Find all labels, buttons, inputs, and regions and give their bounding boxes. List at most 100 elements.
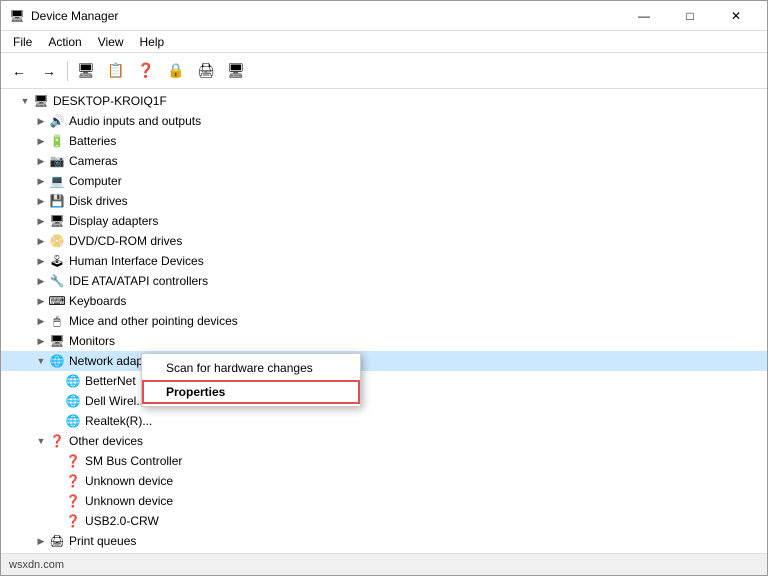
device-tree[interactable]: ▼ 🖥 DESKTOP-KROIQ1F ▶ 🔊 Audio inputs and… xyxy=(1,89,767,553)
tree-item-unknown1[interactable]: ▶ ❓ Unknown device xyxy=(1,471,767,491)
keyboards-toggle[interactable]: ▶ xyxy=(33,293,49,309)
dvd-toggle[interactable]: ▶ xyxy=(33,233,49,249)
tree-item-smbus[interactable]: ▶ ❓ SM Bus Controller xyxy=(1,451,767,471)
tree-item-mice[interactable]: ▶ 🖱 Mice and other pointing devices xyxy=(1,311,767,331)
audio-label: Audio inputs and outputs xyxy=(69,114,201,128)
tree-item-keyboards[interactable]: ▶ ⌨ Keyboards xyxy=(1,291,767,311)
root-label: DESKTOP-KROIQ1F xyxy=(53,94,167,108)
tree-item-unknown2[interactable]: ▶ ❓ Unknown device xyxy=(1,491,767,511)
toolbar-monitor[interactable]: 🖥 xyxy=(222,57,250,85)
tree-item-cameras[interactable]: ▶ 📷 Cameras xyxy=(1,151,767,171)
menu-help[interactable]: Help xyxy=(132,33,173,51)
maximize-button[interactable]: □ xyxy=(667,1,713,31)
close-button[interactable]: ✕ xyxy=(713,1,759,31)
tree-item-monitors[interactable]: ▶ 🖥 Monitors xyxy=(1,331,767,351)
monitors-toggle[interactable]: ▶ xyxy=(33,333,49,349)
monitors-label: Monitors xyxy=(69,334,115,348)
cameras-toggle[interactable]: ▶ xyxy=(33,153,49,169)
title-bar: 🖥 Device Manager — □ ✕ xyxy=(1,1,767,31)
toolbar-computer[interactable]: 🖥 xyxy=(72,57,100,85)
realtek-icon: 🌐 xyxy=(65,413,81,429)
batteries-toggle[interactable]: ▶ xyxy=(33,133,49,149)
menu-view[interactable]: View xyxy=(90,33,132,51)
toolbar-back[interactable]: ← xyxy=(5,57,33,85)
menu-action[interactable]: Action xyxy=(40,33,89,51)
mice-toggle[interactable]: ▶ xyxy=(33,313,49,329)
tree-item-print[interactable]: ▶ 🖨 Print queues xyxy=(1,531,767,551)
tree-item-audio[interactable]: ▶ 🔊 Audio inputs and outputs xyxy=(1,111,767,131)
dell-icon: 🌐 xyxy=(65,393,81,409)
window-icon: 🖥 xyxy=(9,8,25,24)
tree-item-batteries[interactable]: ▶ 🔋 Batteries xyxy=(1,131,767,151)
batteries-label: Batteries xyxy=(69,134,116,148)
ide-icon: 🔧 xyxy=(49,273,65,289)
menu-file[interactable]: File xyxy=(5,33,40,51)
tree-item-ide[interactable]: ▶ 🔧 IDE ATA/ATAPI controllers xyxy=(1,271,767,291)
tree-item-dell[interactable]: ▶ 🌐 Dell Wirel... xyxy=(1,391,767,411)
keyboards-icon: ⌨ xyxy=(49,293,65,309)
tree-item-network[interactable]: ▼ 🌐 Network adapters xyxy=(1,351,767,371)
audio-toggle[interactable]: ▶ xyxy=(33,113,49,129)
hid-icon: 🕹 xyxy=(49,253,65,269)
tree-item-processors[interactable]: ▶ ⚙ Processors xyxy=(1,551,767,553)
toolbar-forward[interactable]: → xyxy=(35,57,63,85)
tree-item-other[interactable]: ▼ ❓ Other devices xyxy=(1,431,767,451)
toolbar-list[interactable]: 📋 xyxy=(102,57,130,85)
status-text: wsxdn.com xyxy=(9,559,64,571)
root-icon: 🖥 xyxy=(33,93,49,109)
usb-icon: ❓ xyxy=(65,513,81,529)
toolbar-help[interactable]: ❓ xyxy=(132,57,160,85)
window-title: Device Manager xyxy=(31,9,621,23)
smbus-icon: ❓ xyxy=(65,453,81,469)
ide-toggle[interactable]: ▶ xyxy=(33,273,49,289)
betternet-icon: 🌐 xyxy=(65,373,81,389)
unknown2-icon: ❓ xyxy=(65,493,81,509)
other-label: Other devices xyxy=(69,434,143,448)
disk-toggle[interactable]: ▶ xyxy=(33,193,49,209)
computer-toggle[interactable]: ▶ xyxy=(33,173,49,189)
ctx-properties[interactable]: Properties xyxy=(142,380,360,404)
toolbar-lock[interactable]: 🔒 xyxy=(162,57,190,85)
realtek-label: Realtek(R)... xyxy=(85,414,152,428)
device-manager-window: 🖥 Device Manager — □ ✕ File Action View … xyxy=(0,0,768,576)
network-toggle[interactable]: ▼ xyxy=(33,353,49,369)
unknown1-label: Unknown device xyxy=(85,474,173,488)
main-area: ▼ 🖥 DESKTOP-KROIQ1F ▶ 🔊 Audio inputs and… xyxy=(1,89,767,553)
display-icon: 🖥 xyxy=(49,213,65,229)
usb-label: USB2.0-CRW xyxy=(85,514,159,528)
batteries-icon: 🔋 xyxy=(49,133,65,149)
print-toggle[interactable]: ▶ xyxy=(33,533,49,549)
tree-item-betternet[interactable]: ▶ 🌐 BetterNet xyxy=(1,371,767,391)
tree-item-hid[interactable]: ▶ 🕹 Human Interface Devices xyxy=(1,251,767,271)
dvd-icon: 📀 xyxy=(49,233,65,249)
unknown2-label: Unknown device xyxy=(85,494,173,508)
ctx-scan[interactable]: Scan for hardware changes xyxy=(142,356,360,380)
root-toggle[interactable]: ▼ xyxy=(17,93,33,109)
computer-label: Computer xyxy=(69,174,122,188)
dvd-label: DVD/CD-ROM drives xyxy=(69,234,182,248)
context-menu: Scan for hardware changes Properties xyxy=(141,353,361,407)
cameras-label: Cameras xyxy=(69,154,118,168)
print-label: Print queues xyxy=(69,534,136,548)
monitors-icon: 🖥 xyxy=(49,333,65,349)
audio-icon: 🔊 xyxy=(49,113,65,129)
keyboards-label: Keyboards xyxy=(69,294,126,308)
tree-item-computer[interactable]: ▶ 💻 Computer xyxy=(1,171,767,191)
tree-item-realtek[interactable]: ▶ 🌐 Realtek(R)... xyxy=(1,411,767,431)
tree-item-dvd[interactable]: ▶ 📀 DVD/CD-ROM drives xyxy=(1,231,767,251)
title-bar-controls: — □ ✕ xyxy=(621,1,759,31)
tree-root[interactable]: ▼ 🖥 DESKTOP-KROIQ1F xyxy=(1,91,767,111)
tree-item-display[interactable]: ▶ 🖥 Display adapters xyxy=(1,211,767,231)
tree-item-usb[interactable]: ▶ ❓ USB2.0-CRW xyxy=(1,511,767,531)
hid-toggle[interactable]: ▶ xyxy=(33,253,49,269)
other-icon: ❓ xyxy=(49,433,65,449)
display-toggle[interactable]: ▶ xyxy=(33,213,49,229)
toolbar-print[interactable]: 🖨 xyxy=(192,57,220,85)
toolbar: ← → 🖥 📋 ❓ 🔒 🖨 🖥 xyxy=(1,53,767,89)
smbus-label: SM Bus Controller xyxy=(85,454,182,468)
toolbar-sep-1 xyxy=(67,61,68,81)
other-toggle[interactable]: ▼ xyxy=(33,433,49,449)
minimize-button[interactable]: — xyxy=(621,1,667,31)
display-label: Display adapters xyxy=(69,214,158,228)
tree-item-disk[interactable]: ▶ 💾 Disk drives xyxy=(1,191,767,211)
